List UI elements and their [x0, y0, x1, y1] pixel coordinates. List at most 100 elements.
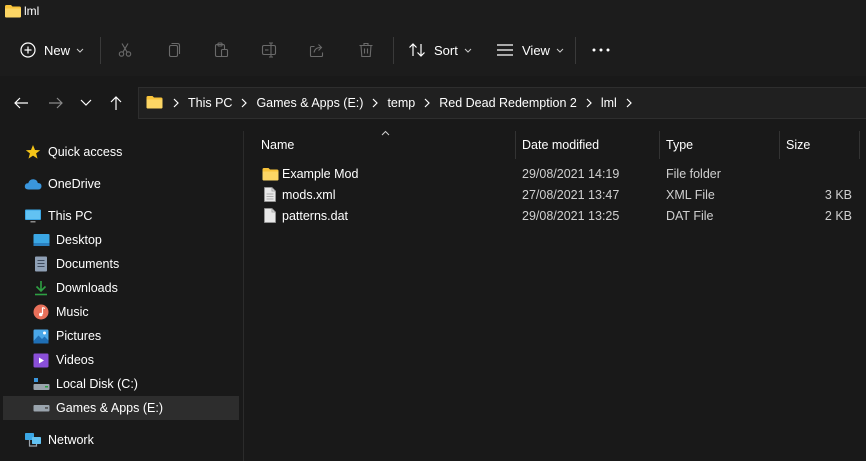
column-divider[interactable]: [515, 131, 516, 159]
share-button[interactable]: [309, 24, 325, 76]
breadcrumb-lml[interactable]: lml: [601, 96, 617, 110]
sort-button-label: Sort: [434, 42, 458, 58]
sidebar-item-label: Games & Apps (E:): [56, 401, 163, 415]
more-icon: [592, 48, 610, 52]
file-icon: [264, 184, 276, 205]
network-icon: [24, 431, 42, 449]
file-name: patterns.dat: [282, 208, 349, 223]
navigation-pane: Quick access OneDrive This PC Desktop Do…: [0, 131, 244, 461]
sidebar-item-videos[interactable]: Videos: [32, 348, 94, 372]
up-arrow-icon[interactable]: [108, 95, 124, 111]
plus-icon: [20, 42, 36, 58]
toolbar-divider: [100, 37, 101, 64]
recent-locations-chevron-icon[interactable]: [80, 99, 92, 107]
download-icon: [32, 279, 50, 297]
desktop-icon: [32, 231, 50, 249]
chevron-down-icon: [464, 48, 472, 53]
file-date: 29/08/2021 14:19: [522, 166, 620, 181]
chevron-down-icon: [556, 48, 564, 53]
column-header-name[interactable]: Name: [261, 131, 294, 159]
sidebar-item-documents[interactable]: Documents: [32, 252, 119, 276]
file-size: 2 KB: [824, 208, 852, 223]
disk-icon: [32, 375, 50, 393]
breadcrumb-chevron-icon[interactable]: [173, 98, 179, 108]
file-name: Example Mod: [282, 166, 359, 181]
folder-icon: [262, 163, 279, 184]
sidebar-item-music[interactable]: Music: [32, 300, 89, 324]
file-size: 3 KB: [824, 187, 852, 202]
star-icon: [24, 143, 42, 161]
sidebar-item-label: Pictures: [56, 329, 102, 343]
column-divider[interactable]: [859, 131, 860, 159]
documents-icon: [32, 255, 50, 273]
sidebar-item-this-pc[interactable]: This PC: [24, 204, 92, 228]
cloud-icon: [24, 175, 42, 193]
breadcrumb-rdr2[interactable]: Red Dead Redemption 2: [439, 96, 577, 110]
file-date: 27/08/2021 13:47: [522, 187, 620, 202]
folder-icon: [146, 95, 163, 109]
sidebar-item-network[interactable]: Network: [24, 428, 94, 452]
column-header-date-modified[interactable]: Date modified: [522, 131, 599, 159]
file-type: DAT File: [666, 208, 714, 223]
copy-button[interactable]: [165, 24, 181, 76]
paste-button[interactable]: [213, 24, 229, 76]
navigation-bar: This PC Games & Apps (E:) temp Red Dead …: [0, 76, 866, 131]
sidebar-item-label: Local Disk (C:): [56, 377, 138, 391]
toolbar-divider: [575, 37, 576, 64]
more-options-button[interactable]: [592, 24, 610, 76]
file-type: File folder: [666, 166, 721, 181]
cut-icon: [117, 42, 133, 58]
sidebar-item-games-apps-e[interactable]: Games & Apps (E:): [3, 396, 239, 420]
file-icon: [264, 205, 276, 226]
column-divider[interactable]: [779, 131, 780, 159]
sidebar-item-onedrive[interactable]: OneDrive: [24, 172, 101, 196]
monitor-icon: [24, 207, 42, 225]
file-name: mods.xml: [282, 187, 336, 202]
breadcrumb-chevron-icon[interactable]: [626, 98, 632, 108]
sidebar-item-label: Videos: [56, 353, 94, 367]
breadcrumb: This PC Games & Apps (E:) temp Red Dead …: [173, 88, 641, 118]
sidebar-item-pictures[interactable]: Pictures: [32, 324, 101, 348]
breadcrumb-games-apps[interactable]: Games & Apps (E:): [256, 96, 363, 110]
sidebar-item-downloads[interactable]: Downloads: [32, 276, 118, 300]
pictures-icon: [32, 327, 50, 345]
new-button-label: New: [44, 42, 71, 58]
table-row[interactable]: mods.xml 27/08/2021 13:47 XML File 3 KB: [258, 184, 866, 205]
breadcrumb-chevron-icon[interactable]: [241, 98, 248, 108]
file-date: 29/08/2021 13:25: [522, 208, 620, 223]
breadcrumb-this-pc[interactable]: This PC: [188, 96, 232, 110]
sort-button[interactable]: Sort: [408, 24, 472, 76]
breadcrumb-temp[interactable]: temp: [387, 96, 415, 110]
delete-icon: [358, 42, 374, 58]
delete-button[interactable]: [358, 24, 374, 76]
new-button[interactable]: New: [20, 24, 84, 76]
sidebar-item-label: OneDrive: [48, 177, 101, 191]
cut-button[interactable]: [117, 24, 133, 76]
sort-ascending-caret-icon: [381, 130, 390, 136]
sidebar-item-label: Downloads: [56, 281, 118, 295]
share-icon: [309, 42, 325, 58]
view-button-label: View: [522, 42, 550, 58]
column-header-type[interactable]: Type: [666, 131, 693, 159]
breadcrumb-chevron-icon[interactable]: [372, 98, 379, 108]
table-row[interactable]: Example Mod 29/08/2021 14:19 File folder: [258, 163, 866, 184]
rename-button[interactable]: [261, 24, 279, 76]
sidebar-item-local-disk-c[interactable]: Local Disk (C:): [32, 372, 138, 396]
sidebar-item-label: Desktop: [56, 233, 102, 247]
paste-icon: [213, 42, 229, 58]
sidebar-item-quick-access[interactable]: Quick access: [24, 140, 122, 164]
sidebar-item-desktop[interactable]: Desktop: [32, 228, 102, 252]
view-button[interactable]: View: [496, 24, 564, 76]
column-header-size[interactable]: Size: [786, 131, 810, 159]
window-title: lml: [24, 4, 40, 18]
address-bar[interactable]: This PC Games & Apps (E:) temp Red Dead …: [138, 87, 866, 119]
file-list: Name Date modified Type Size Example Mod…: [244, 130, 866, 461]
sort-icon: [408, 42, 426, 58]
table-row[interactable]: patterns.dat 29/08/2021 13:25 DAT File 2…: [258, 205, 866, 226]
forward-arrow-icon[interactable]: [48, 95, 64, 111]
column-divider[interactable]: [659, 131, 660, 159]
back-arrow-icon[interactable]: [13, 95, 29, 111]
breadcrumb-chevron-icon[interactable]: [586, 98, 592, 108]
breadcrumb-chevron-icon[interactable]: [424, 98, 431, 108]
toolbar-divider: [393, 37, 394, 64]
